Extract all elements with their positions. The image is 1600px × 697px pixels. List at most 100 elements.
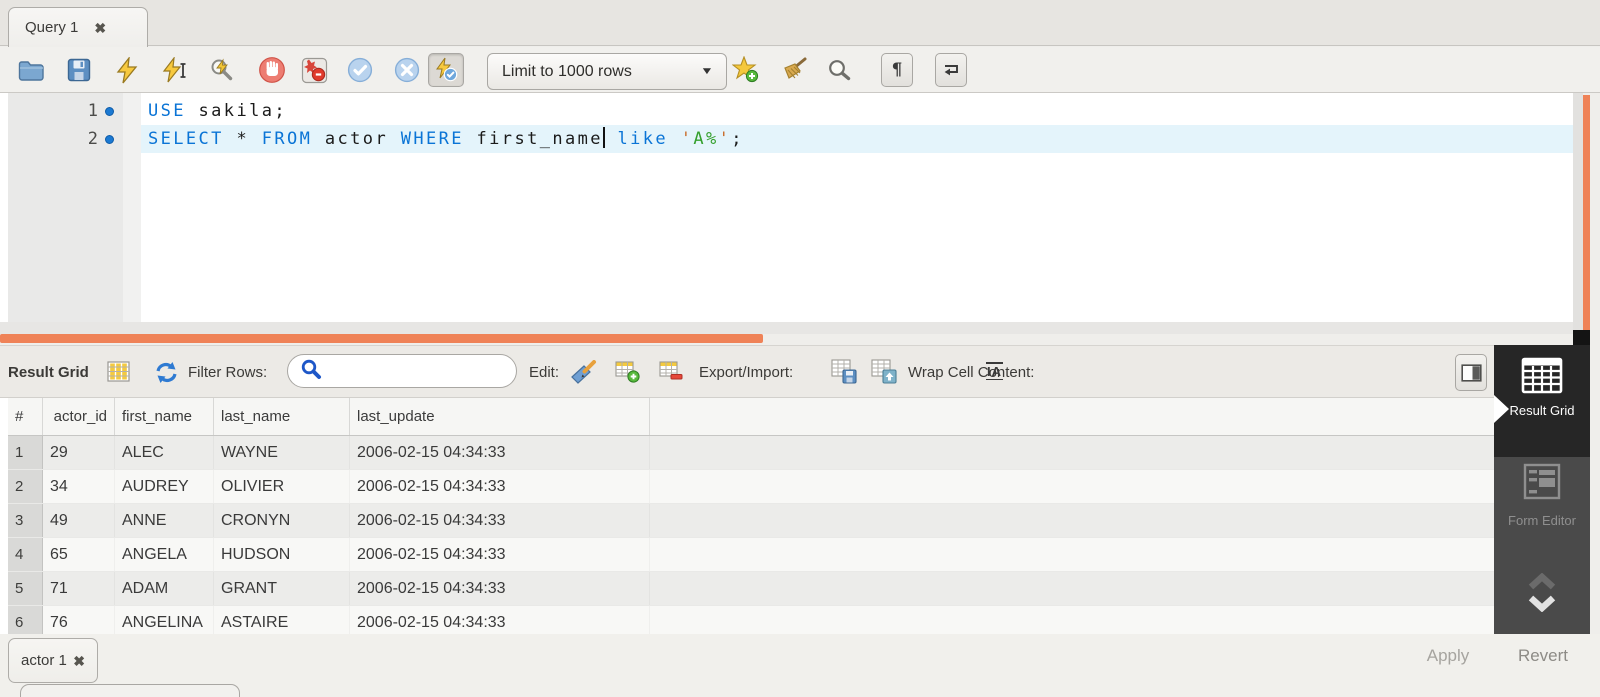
table-cell[interactable]: 1 <box>8 436 43 469</box>
result-grid-icon <box>107 361 130 382</box>
tab-query-1[interactable]: Query 1 ✖ <box>8 7 148 47</box>
apply-bar: actor 1 ✖ Apply Revert <box>0 634 1600 697</box>
table-row[interactable]: 349ANNECRONYN2006-02-15 04:34:33 <box>8 504 1494 538</box>
commit-icon[interactable] <box>345 55 375 85</box>
mysql-workbench-query-window: Query 1 ✖ <box>0 0 1600 697</box>
open-file-icon[interactable] <box>16 55 46 85</box>
table-cell[interactable]: 3 <box>8 504 43 537</box>
table-row[interactable]: 571ADAMGRANT2006-02-15 04:34:33 <box>8 572 1494 606</box>
limit-rows-label: Limit to 1000 rows <box>502 63 632 81</box>
rollback-icon[interactable] <box>392 55 422 85</box>
table-cell[interactable]: 2006-02-15 04:34:33 <box>350 572 650 605</box>
column-header[interactable]: first_name <box>115 398 214 435</box>
table-cell[interactable]: ADAM <box>115 572 214 605</box>
table-cell[interactable]: 2 <box>8 470 43 503</box>
explain-icon[interactable] <box>207 55 237 85</box>
table-cell[interactable]: 71 <box>43 572 115 605</box>
table-cell[interactable]: 2006-02-15 04:34:33 <box>350 470 650 503</box>
refresh-icon[interactable] <box>154 361 179 384</box>
table-cell-filler <box>650 470 1494 503</box>
export-icon[interactable] <box>831 359 857 384</box>
table-cell[interactable]: AUDREY <box>115 470 214 503</box>
search-input[interactable] <box>330 357 516 385</box>
find-icon[interactable] <box>824 55 854 85</box>
execute-icon[interactable] <box>112 55 142 85</box>
statement-marker-dot <box>105 135 114 144</box>
execute-current-icon[interactable] <box>160 55 190 85</box>
collapsed-panel-edge <box>20 684 240 697</box>
revert-button[interactable]: Revert <box>1499 646 1587 666</box>
table-cell[interactable]: ANNE <box>115 504 214 537</box>
table-cell[interactable]: 49 <box>43 504 115 537</box>
table-cell-filler <box>650 572 1494 605</box>
import-icon[interactable] <box>871 359 897 384</box>
wrap-cell-content-label: Wrap Cell Content: <box>908 364 1034 381</box>
table-cell[interactable]: 2006-02-15 04:34:33 <box>350 436 650 469</box>
close-icon[interactable]: ✖ <box>73 654 85 668</box>
kill-query-icon[interactable] <box>299 55 329 85</box>
table-cell[interactable]: ALEC <box>115 436 214 469</box>
table-cell[interactable]: 2006-02-15 04:34:33 <box>350 606 650 634</box>
table-cell[interactable]: ANGELA <box>115 538 214 571</box>
sql-editor-toolbar: Limit to 1000 rows ▼ ¶ <box>0 47 1600 93</box>
table-cell[interactable]: GRANT <box>214 572 350 605</box>
table-cell[interactable]: 34 <box>43 470 115 503</box>
code-line[interactable]: USE sakila; <box>148 97 287 125</box>
table-row[interactable]: 465ANGELAHUDSON2006-02-15 04:34:33 <box>8 538 1494 572</box>
table-cell[interactable]: CRONYN <box>214 504 350 537</box>
beautify-icon[interactable] <box>779 55 809 85</box>
invisibles-icon[interactable]: ¶ <box>881 53 913 87</box>
table-cell[interactable]: OLIVIER <box>214 470 350 503</box>
table-cell[interactable]: 2006-02-15 04:34:33 <box>350 538 650 571</box>
editor-vertical-scrollbar[interactable] <box>1583 95 1590 330</box>
table-cell-filler <box>650 538 1494 571</box>
table-cell[interactable]: 2006-02-15 04:34:33 <box>350 504 650 537</box>
table-row[interactable]: 129ALECWAYNE2006-02-15 04:34:33 <box>8 436 1494 470</box>
panel-toggle-icon[interactable] <box>1455 354 1487 391</box>
delete-row-icon[interactable] <box>659 360 684 383</box>
grid-header-row: #actor_idfirst_namelast_namelast_update <box>8 398 1494 436</box>
stop-icon[interactable] <box>257 55 287 85</box>
chevron-down-icon: ▼ <box>700 66 714 77</box>
result-view-side-panel: Result Grid Form Editor <box>1494 345 1590 634</box>
table-cell[interactable]: ASTAIRE <box>214 606 350 634</box>
table-cell[interactable]: 4 <box>8 538 43 571</box>
table-cell[interactable]: 29 <box>43 436 115 469</box>
result-grid[interactable]: #actor_idfirst_namelast_namelast_update … <box>0 398 1494 634</box>
column-header[interactable]: # <box>8 398 43 435</box>
table-cell[interactable]: 5 <box>8 572 43 605</box>
table-cell[interactable]: ANGELINA <box>115 606 214 634</box>
apply-button[interactable]: Apply <box>1404 646 1492 666</box>
tab-actor-1[interactable]: actor 1 ✖ <box>8 638 98 683</box>
wrap-text-icon[interactable] <box>935 53 967 87</box>
panel-splitter-handle[interactable] <box>0 334 763 343</box>
table-cell[interactable]: 76 <box>43 606 115 634</box>
filter-search-field[interactable] <box>287 354 517 388</box>
sql-editor[interactable]: 1USE sakila;2SELECT * FROM actor WHERE f… <box>0 93 1573 322</box>
table-cell[interactable]: 65 <box>43 538 115 571</box>
editor-tab-strip: Query 1 ✖ <box>0 0 1600 46</box>
table-cell[interactable]: HUDSON <box>214 538 350 571</box>
column-header[interactable]: last_update <box>350 398 650 435</box>
table-row[interactable]: 234AUDREYOLIVIER2006-02-15 04:34:33 <box>8 470 1494 504</box>
close-icon[interactable]: ✖ <box>94 21 106 35</box>
column-header[interactable]: last_name <box>214 398 350 435</box>
line-number: 1 <box>8 97 98 125</box>
chevron-up-icon[interactable] <box>1494 573 1590 590</box>
table-cell[interactable]: 6 <box>8 606 43 634</box>
column-header[interactable]: actor_id <box>43 398 115 435</box>
table-cell-filler <box>650 504 1494 537</box>
autocommit-toggle-icon[interactable] <box>428 53 464 87</box>
code-line[interactable]: SELECT * FROM actor WHERE first_name lik… <box>148 125 744 153</box>
insert-row-icon[interactable] <box>615 360 640 383</box>
table-cell[interactable]: WAYNE <box>214 436 350 469</box>
editor-horizontal-scrollbar-track[interactable] <box>0 322 1573 334</box>
save-icon[interactable] <box>64 55 94 85</box>
snippet-star-icon[interactable] <box>731 55 761 85</box>
chevron-down-icon[interactable] <box>1494 595 1590 612</box>
limit-rows-dropdown[interactable]: Limit to 1000 rows ▼ <box>487 53 727 90</box>
table-row[interactable]: 676ANGELINAASTAIRE2006-02-15 04:34:33 <box>8 606 1494 634</box>
edit-pencil-icon[interactable] <box>570 360 597 384</box>
wrap-cell-icon[interactable]: IA <box>986 362 1003 380</box>
editor-vertical-scrollbar-track[interactable] <box>1573 93 1583 330</box>
